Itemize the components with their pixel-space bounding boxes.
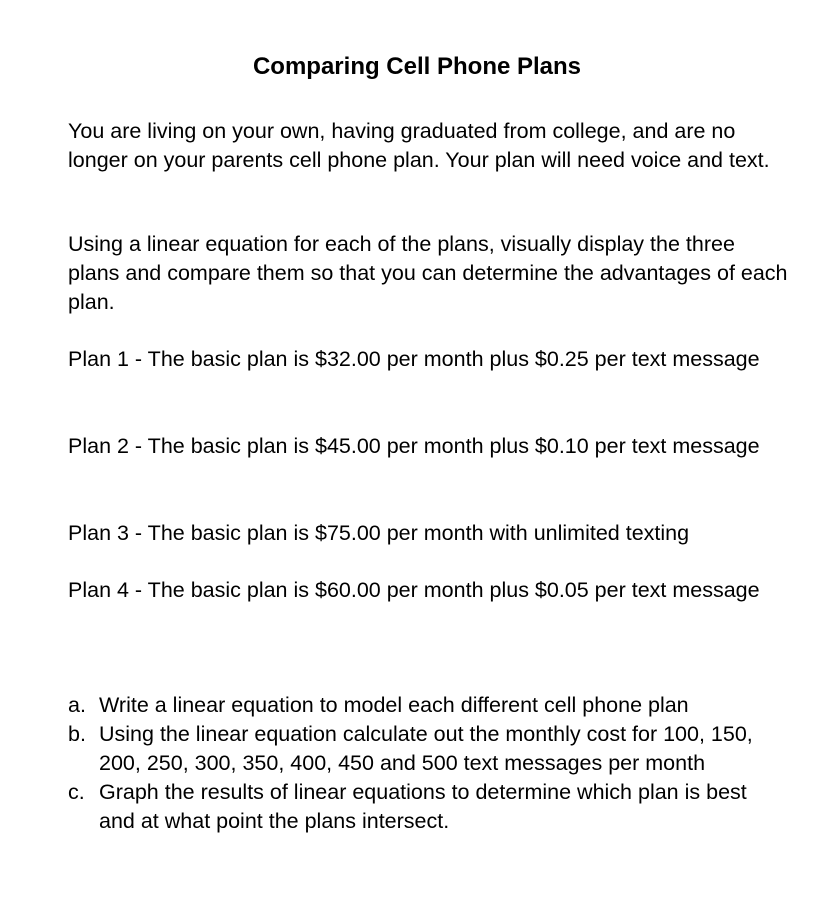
task-item-b: b. Using the linear equation calculate o… <box>68 720 788 778</box>
task-list: a. Write a linear equation to model each… <box>68 691 788 836</box>
document-page: Comparing Cell Phone Plans You are livin… <box>0 0 834 906</box>
plan-4-description: Plan 4 - The basic plan is $60.00 per mo… <box>68 578 760 602</box>
task-text: Graph the results of linear equations to… <box>99 780 747 833</box>
task-marker: c. <box>68 780 85 804</box>
intro-paragraph: You are living on your own, having gradu… <box>68 119 770 172</box>
plan-1-description: Plan 1 - The basic plan is $32.00 per mo… <box>68 347 760 371</box>
task-item-a: a. Write a linear equation to model each… <box>68 691 788 720</box>
task-marker: b. <box>68 722 86 746</box>
plan-3-description: Plan 3 - The basic plan is $75.00 per mo… <box>68 521 690 545</box>
task-item-c: c. Graph the results of linear equations… <box>68 778 788 836</box>
document-title: Comparing Cell Phone Plans <box>252 53 582 80</box>
plan-2-description: Plan 2 - The basic plan is $45.00 per mo… <box>68 434 760 458</box>
task-marker: a. <box>68 693 86 717</box>
instructions-paragraph: Using a linear equation for each of the … <box>68 232 788 314</box>
task-text: Using the linear equation calculate out … <box>99 722 753 775</box>
task-text: Write a linear equation to model each di… <box>99 693 689 717</box>
